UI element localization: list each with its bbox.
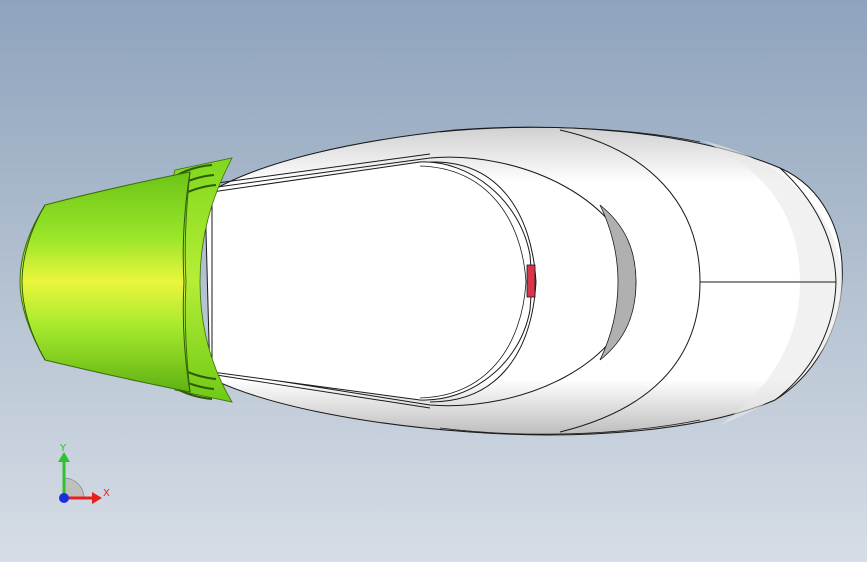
graphics-viewport[interactable] — [0, 0, 867, 562]
x-axis-head — [92, 492, 102, 504]
nozzle-shape[interactable] — [19, 171, 191, 393]
x-axis-label: X — [103, 488, 110, 499]
coordinate-triad: Y X — [58, 443, 110, 504]
z-axis-dot — [59, 493, 69, 503]
canopy-window[interactable] — [211, 161, 533, 401]
model-body[interactable] — [204, 126, 843, 436]
red-marker[interactable] — [526, 264, 536, 298]
y-axis-label: Y — [59, 443, 67, 454]
nozzle[interactable] — [19, 171, 191, 393]
